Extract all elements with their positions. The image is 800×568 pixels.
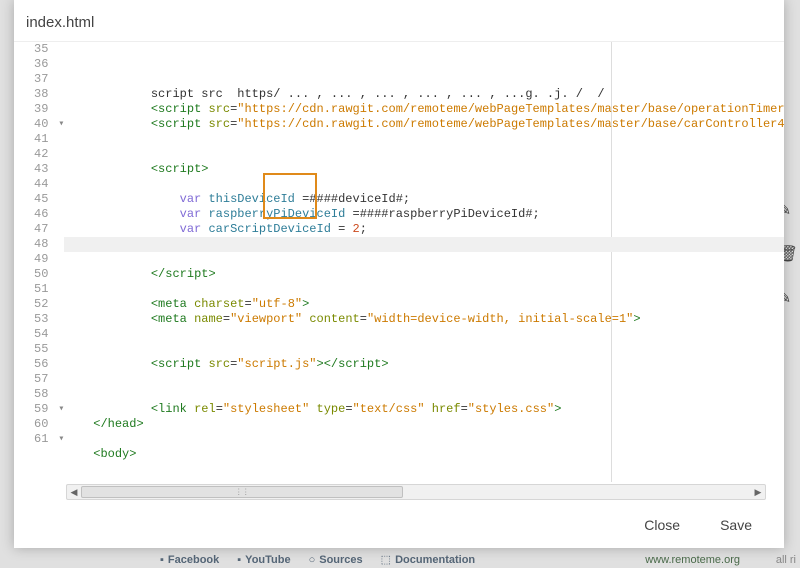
scroll-track[interactable]: ⋮⋮ (81, 485, 751, 499)
code-line[interactable]: var carScriptDeviceId = 2; (64, 222, 784, 237)
code-line[interactable] (64, 252, 784, 267)
code-line[interactable]: <script src="https://cdn.rawgit.com/remo… (64, 117, 784, 132)
code-line[interactable]: </head> (64, 417, 784, 432)
code-line[interactable] (64, 282, 784, 297)
scroll-right-arrow-icon[interactable]: ▶ (751, 485, 765, 499)
code-line[interactable] (64, 177, 784, 192)
background-footer-url[interactable]: www.remoteme.org (645, 554, 740, 566)
code-line[interactable]: var raspberryPiDeviceId =####raspberryPi… (64, 207, 784, 222)
close-button[interactable]: Close (644, 517, 680, 533)
code-line[interactable]: </script> (64, 267, 784, 282)
link-sources[interactable]: ○ Sources (309, 554, 363, 566)
code-line[interactable]: <script src="script.js"></script> (64, 357, 784, 372)
code-line[interactable]: <body> (64, 447, 784, 462)
code-line[interactable]: script src https/ ... , ... , ... , ... … (64, 87, 784, 102)
background-footer-links: ▪ Facebook ▪ YouTube ○ Sources ⬚ Documen… (160, 553, 475, 566)
code-line[interactable] (64, 432, 784, 447)
code-line[interactable] (64, 372, 784, 387)
code-line[interactable] (64, 327, 784, 342)
code-line[interactable]: <script src="https://cdn.rawgit.com/remo… (64, 102, 784, 117)
background-footer-copyright: all ri (776, 554, 796, 566)
link-youtube[interactable]: ▪ YouTube (237, 554, 290, 566)
code-line[interactable]: <script> (64, 162, 784, 177)
code-line[interactable]: <meta name="viewport" content="width=dev… (64, 312, 784, 327)
link-documentation[interactable]: ⬚ Documentation (381, 553, 475, 566)
editor-container: 3536373839404142434445464748495051525354… (14, 41, 784, 502)
editor-modal: index.html 35363738394041424344454647484… (14, 0, 784, 548)
scroll-thumb[interactable]: ⋮⋮ (81, 486, 403, 498)
code-line[interactable] (64, 132, 784, 147)
code-line[interactable] (64, 462, 784, 477)
save-button[interactable]: Save (720, 517, 752, 533)
code-line[interactable] (64, 387, 784, 402)
line-number-gutter: 3536373839404142434445464748495051525354… (28, 42, 58, 482)
code-area[interactable]: script src https/ ... , ... , ... , ... … (64, 42, 784, 482)
scroll-left-arrow-icon[interactable]: ◀ (67, 485, 81, 499)
modal-footer: Close Save (14, 502, 784, 548)
code-line[interactable]: <link rel="stylesheet" type="text/css" h… (64, 402, 784, 417)
code-line[interactable] (64, 147, 784, 162)
code-line[interactable]: var thisDeviceId =####deviceId#; (64, 192, 784, 207)
scroll-grip-icon: ⋮⋮ (235, 488, 249, 497)
code-line[interactable]: <meta charset="utf-8"> (64, 297, 784, 312)
code-line[interactable] (64, 342, 784, 357)
code-line[interactable] (64, 237, 784, 252)
horizontal-scrollbar[interactable]: ◀ ⋮⋮ ▶ (66, 484, 766, 500)
modal-title: index.html (14, 0, 784, 41)
link-facebook[interactable]: ▪ Facebook (160, 554, 219, 566)
